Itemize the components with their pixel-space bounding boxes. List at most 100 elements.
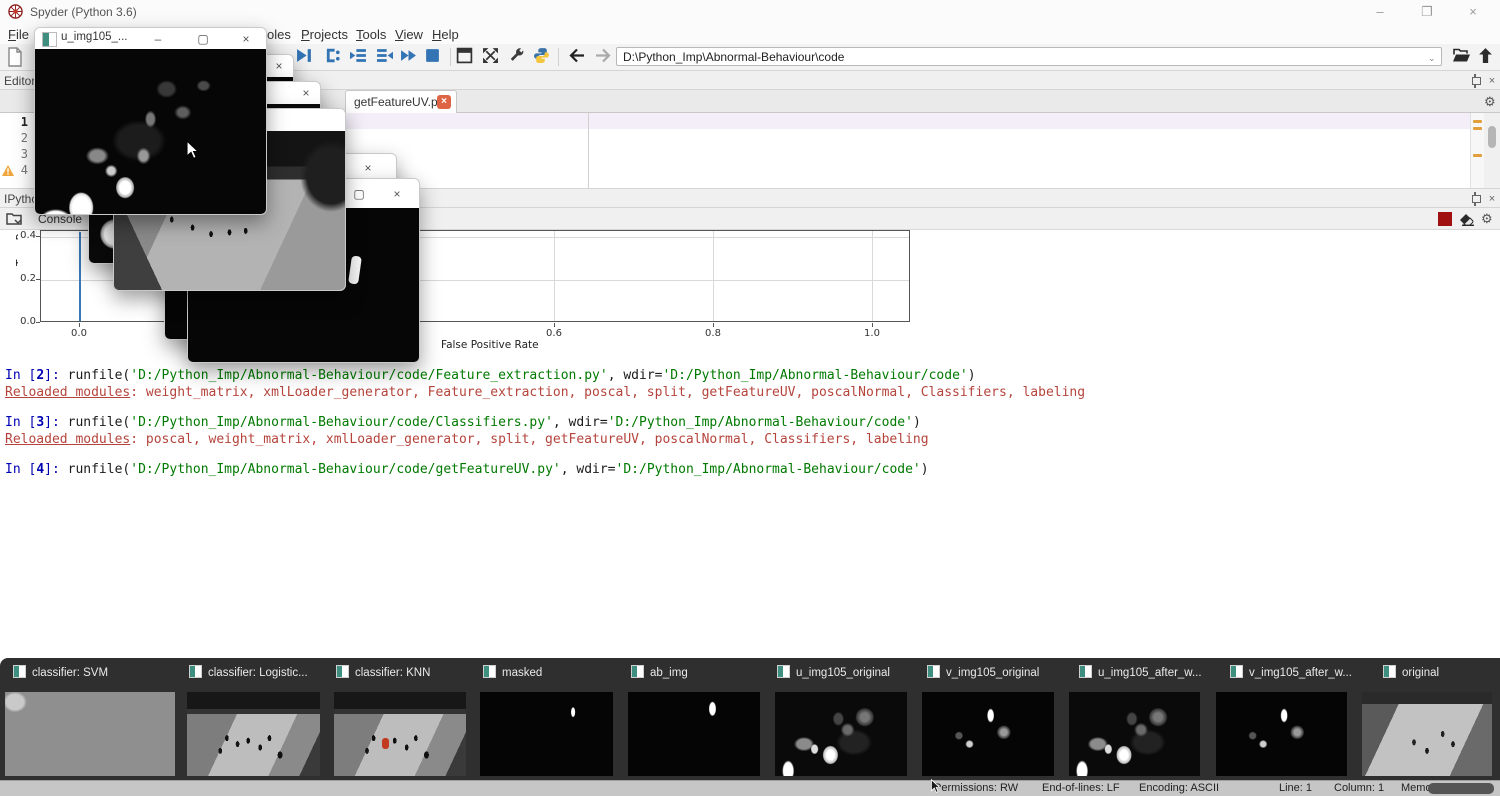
maximize-pane-icon[interactable] (456, 47, 478, 67)
stop-icon[interactable] (424, 47, 446, 67)
menu-view[interactable]: View (395, 27, 423, 42)
figure-thumbnail-panel: classifier: SVM classifier: Logistic... … (0, 658, 1500, 780)
window-titlebar[interactable]: u_img105_... – ▢ × (35, 28, 266, 49)
figure-icon (1079, 665, 1092, 678)
figure-icon (483, 665, 496, 678)
browse-tabs-folder-icon[interactable] (6, 211, 23, 226)
toolbar-separator (558, 48, 559, 66)
minimize-icon[interactable]: – (150, 31, 166, 47)
working-directory-combobox[interactable]: D:\Python_Imp\Abnormal-Behaviour\code ⌄ (616, 47, 1442, 66)
browse-directory-icon[interactable] (1452, 47, 1474, 67)
thumb-label-v-after[interactable]: v_img105_after_w... (1230, 665, 1352, 679)
image-window-u-img105[interactable]: u_img105_... – ▢ × (34, 27, 267, 215)
restore-button[interactable]: ❐ (1410, 2, 1444, 22)
thumb-label-knn[interactable]: classifier: KNN (336, 665, 430, 679)
menu-tools[interactable]: Tools (356, 27, 386, 42)
python-path-icon[interactable] (533, 47, 555, 67)
minimize-button[interactable]: – (1363, 2, 1397, 22)
back-arrow-icon[interactable] (568, 47, 590, 67)
figure-window-icon (42, 32, 57, 47)
figure-icon (1383, 665, 1396, 678)
warning-flag-marker[interactable] (1473, 127, 1482, 130)
thumb-label-original[interactable]: original (1383, 665, 1439, 679)
y-tick-label: 0.2 (16, 273, 36, 284)
figure-icon (13, 665, 26, 678)
maximize-icon[interactable]: ▢ (351, 186, 367, 202)
undock-pane-icon[interactable] (1466, 193, 1480, 205)
close-pane-icon[interactable]: × (1485, 193, 1499, 205)
x-tick-label: 0.0 (64, 328, 94, 339)
close-icon[interactable]: × (271, 58, 287, 74)
status-line: Line: 1 (1279, 782, 1312, 794)
fullscreen-icon[interactable] (482, 47, 504, 67)
window-image-flow (35, 49, 266, 215)
interrupt-kernel-icon[interactable] (1438, 212, 1452, 226)
menu-help[interactable]: Help (432, 27, 459, 42)
warning-flag-marker[interactable] (1473, 120, 1482, 123)
scrollbar-thumb[interactable] (1488, 126, 1496, 148)
run-cell-icon[interactable] (324, 47, 346, 67)
thumbnail-u-after[interactable] (1069, 692, 1200, 776)
menu-file[interactable]: File (8, 27, 29, 42)
menu-projects[interactable]: Projects (301, 27, 348, 42)
thumbnail-svm[interactable] (5, 692, 175, 776)
preferences-wrench-icon[interactable] (508, 47, 530, 67)
undock-pane-icon[interactable] (1466, 75, 1480, 87)
thumb-label-u-orig[interactable]: u_img105_original (777, 665, 890, 679)
gridline (872, 231, 873, 321)
chevron-down-icon[interactable]: ⌄ (1428, 55, 1436, 63)
close-icon[interactable]: × (389, 186, 405, 202)
close-icon[interactable]: × (298, 85, 314, 101)
thumbnail-original[interactable] (1362, 692, 1492, 776)
tab-getfeatureuv[interactable]: getFeatureUV.py × (345, 90, 457, 113)
thumbnail-v-after[interactable] (1216, 692, 1347, 776)
figure-icon (631, 665, 644, 678)
figure-icon (1230, 665, 1243, 678)
gridline (713, 231, 714, 321)
status-encoding: Encoding: ASCII (1139, 782, 1219, 794)
new-file-icon[interactable] (6, 47, 28, 67)
thumb-label-u-after[interactable]: u_img105_after_w... (1079, 665, 1202, 679)
console-options-gear-icon[interactable]: ⚙ (1481, 211, 1493, 227)
step-return-icon[interactable] (376, 47, 398, 67)
console-line-in3: In [3]: runfile('D:/Python_Imp/Abnormal-… (5, 415, 921, 430)
run-current-line-icon[interactable] (296, 47, 318, 67)
tab-close-icon[interactable]: × (437, 95, 451, 109)
thumbnail-v-original[interactable] (922, 692, 1054, 776)
thumbnail-knn[interactable] (334, 692, 466, 776)
y-axis-label-clip: True Positive Rate (2, 226, 18, 268)
y-axis-label: True Positive Rate (15, 226, 18, 266)
thumb-label-v-orig[interactable]: v_img105_original (927, 665, 1039, 679)
thumbnail-masked[interactable] (480, 692, 613, 776)
line-number: 3 (0, 147, 28, 163)
parent-directory-up-icon[interactable] (1477, 47, 1499, 67)
spyder-logo-icon (8, 4, 23, 19)
close-icon[interactable]: × (238, 31, 254, 47)
maximize-icon[interactable]: ▢ (195, 31, 211, 47)
continue-icon[interactable] (400, 47, 422, 67)
thumbnail-logistic[interactable] (187, 692, 320, 776)
thumbnail-u-original[interactable] (775, 692, 907, 776)
menu-consoles-fragment[interactable]: oles (267, 27, 291, 42)
close-icon[interactable]: × (360, 160, 376, 176)
thumb-label-svm[interactable]: classifier: SVM (13, 665, 108, 679)
y-tick-label: 0.0 (16, 316, 36, 327)
eraser-icon[interactable] (1459, 213, 1475, 226)
thumb-label-abimg[interactable]: ab_img (631, 665, 688, 679)
tab-label: getFeatureUV.py (354, 95, 444, 109)
close-button[interactable]: × (1456, 2, 1490, 22)
forward-arrow-icon[interactable] (594, 47, 616, 67)
thumb-label-logistic[interactable]: classifier: Logistic... (189, 665, 308, 679)
close-pane-icon[interactable]: × (1485, 75, 1499, 87)
red-person-highlight (382, 738, 389, 749)
thumb-label-masked[interactable]: masked (483, 665, 542, 679)
mouse-cursor-secondary (930, 779, 943, 795)
line-number: 1 (0, 115, 28, 131)
step-into-icon[interactable] (350, 47, 372, 67)
tabbar-options-gear-icon[interactable]: ⚙ (1484, 94, 1496, 110)
roc-curve-line (79, 232, 81, 321)
status-permissions: Permissions: RW (934, 782, 1018, 794)
thumbnail-abimg[interactable] (628, 692, 760, 776)
warning-flag-marker[interactable] (1473, 154, 1482, 157)
editor-vertical-scrollbar[interactable] (1484, 113, 1500, 188)
